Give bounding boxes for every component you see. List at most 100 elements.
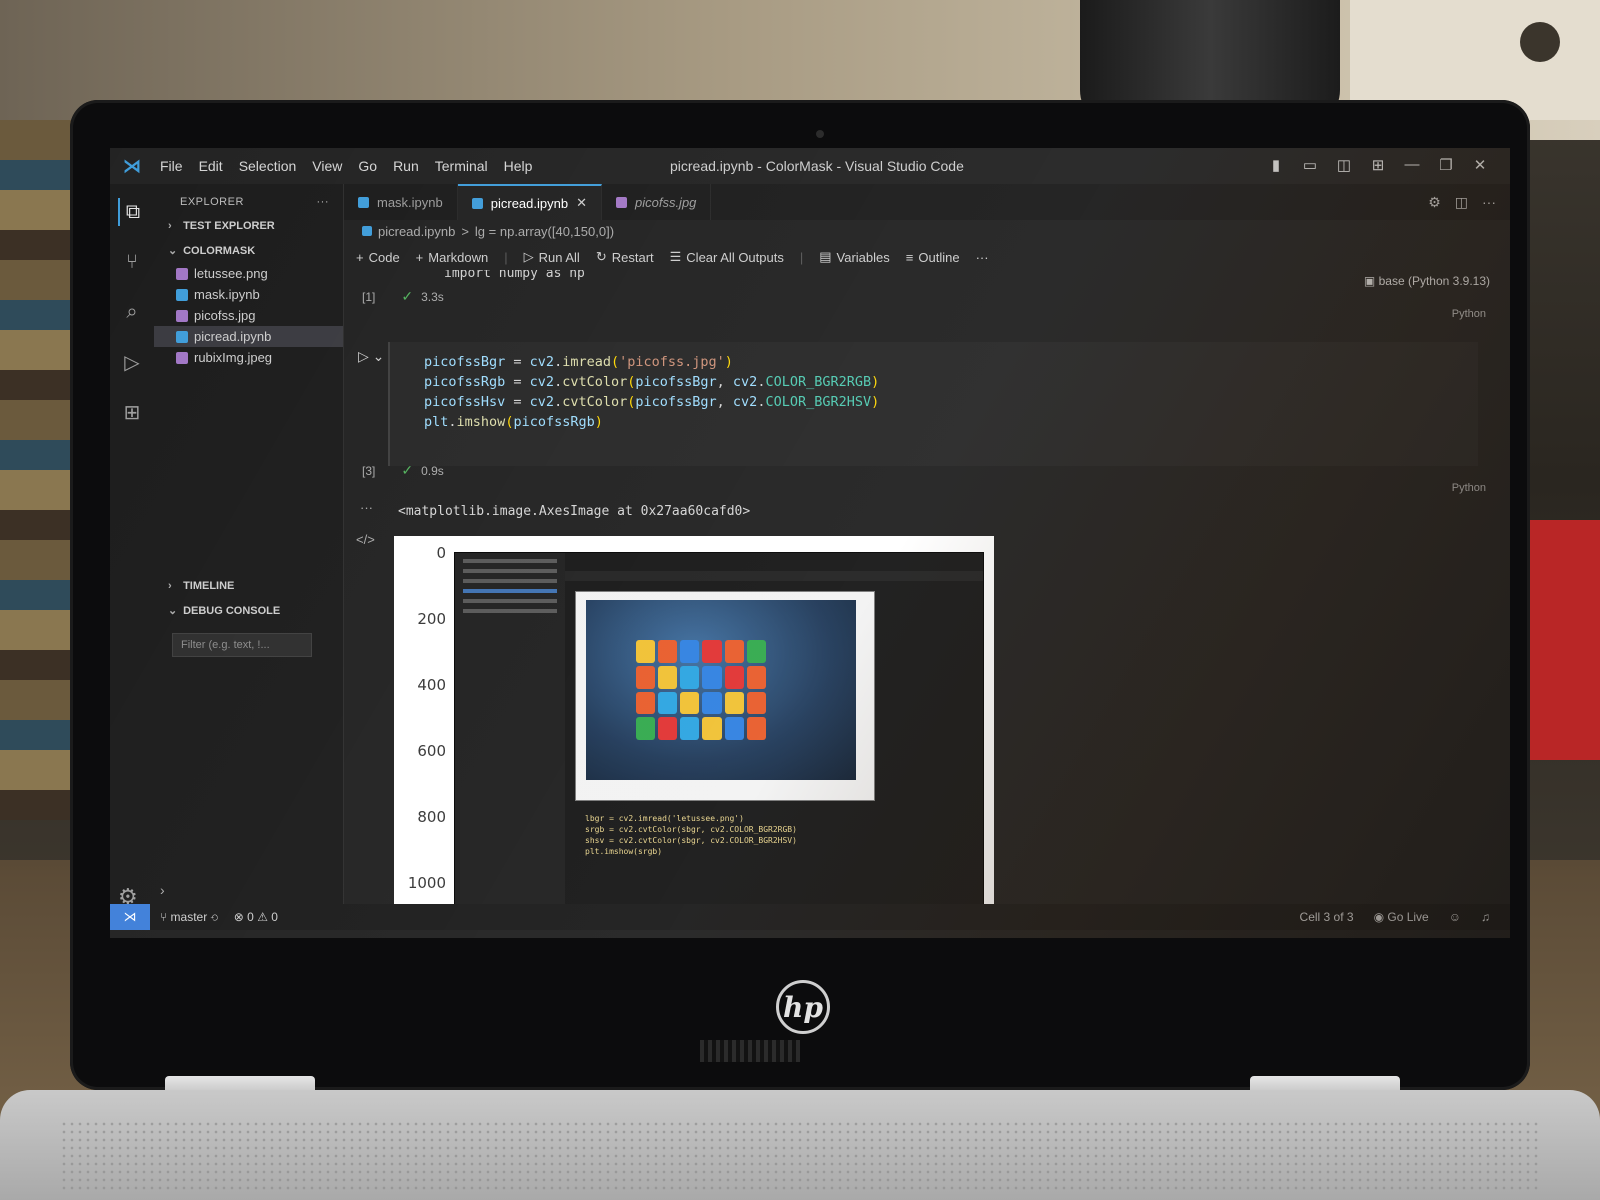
- embedded-line: [463, 559, 557, 563]
- toolbar-more-icon[interactable]: ···: [976, 250, 989, 265]
- restart-label: Restart: [611, 249, 654, 265]
- checkmark-icon: ✓: [401, 288, 414, 304]
- chevron-right-icon[interactable]: ›: [160, 882, 165, 898]
- cell-1-language[interactable]: Python: [1452, 308, 1486, 320]
- add-code-label: Code: [368, 249, 400, 265]
- plus-icon: +: [356, 249, 364, 265]
- file-rubiximg[interactable]: rubixImg.jpeg: [154, 347, 343, 368]
- search-icon[interactable]: ⌕: [118, 298, 146, 326]
- chevron-down-icon: ⌄: [168, 245, 178, 257]
- remote-indicator-icon[interactable]: ⋊: [110, 904, 150, 930]
- restore-icon[interactable]: ❐: [1436, 156, 1456, 174]
- code-line: picofssBgr = cv2.imread('picofss.jpg'): [424, 354, 733, 370]
- branch-status[interactable]: ⑂ master ⟲: [160, 910, 218, 924]
- go-live-button[interactable]: ◉ Go Live: [1374, 910, 1429, 924]
- webcam: [816, 130, 824, 138]
- toolbar-separator: |: [504, 249, 508, 265]
- customize-layout-icon[interactable]: ⊞: [1368, 156, 1388, 174]
- section-test-explorer[interactable]: › TEST EXPLORER: [154, 214, 343, 238]
- debug-filter-input[interactable]: Filter (e.g. text, !...: [172, 633, 312, 657]
- red-box: [1530, 520, 1600, 760]
- clear-outputs-button[interactable]: ☰ Clear All Outputs: [670, 249, 784, 265]
- outline-button[interactable]: ≡ Outline: [906, 250, 960, 265]
- laptop-screen: ⋊ File Edit Selection View Go Run Termin…: [110, 148, 1510, 938]
- kernel-picker[interactable]: ▣ base (Python 3.9.13): [1364, 274, 1490, 288]
- file-picofss[interactable]: picofss.jpg: [154, 305, 343, 326]
- menu-terminal[interactable]: Terminal: [435, 158, 488, 174]
- menu-bar: File Edit Selection View Go Run Terminal…: [154, 158, 532, 174]
- section-debug-console[interactable]: ⌄ DEBUG CONSOLE: [154, 598, 344, 623]
- add-code-cell-button[interactable]: + Code: [356, 250, 400, 265]
- breadcrumb-file[interactable]: picread.ipynb: [378, 224, 455, 239]
- toggle-panel-icon[interactable]: ▭: [1300, 156, 1320, 174]
- toggle-primary-sidebar-icon[interactable]: ▮: [1266, 156, 1286, 174]
- notifications-bell-icon[interactable]: ♫: [1481, 910, 1490, 924]
- laptop-vent: [700, 1040, 800, 1062]
- cell-3-status: [3] ✓ 0.9s: [362, 462, 444, 479]
- add-markdown-cell-button[interactable]: + Markdown: [416, 250, 489, 265]
- run-debug-icon[interactable]: ▷: [118, 348, 146, 376]
- menu-edit[interactable]: Edit: [199, 158, 223, 174]
- gear-icon[interactable]: ⚙: [1428, 194, 1441, 211]
- sidebar-bottom-panels: › TIMELINE ⌄ DEBUG CONSOLE Filter (e.g. …: [154, 574, 344, 657]
- explorer-more-icon[interactable]: ···: [317, 196, 330, 208]
- breadcrumb-separator: >: [461, 223, 469, 239]
- embedded-rubiks-photo: [575, 591, 875, 801]
- breadcrumb-symbol[interactable]: lg = np.array([40,150,0]): [475, 224, 614, 239]
- menu-selection[interactable]: Selection: [239, 158, 297, 174]
- output-code-icon[interactable]: </>: [356, 532, 375, 547]
- code-cell-3[interactable]: picofssBgr = cv2.imread('picofss.jpg') pi…: [388, 342, 1478, 466]
- section-colormask[interactable]: ⌄ COLORMASK: [154, 238, 343, 263]
- more-actions-icon[interactable]: ···: [1482, 194, 1496, 211]
- menu-go[interactable]: Go: [358, 158, 377, 174]
- tab-picread[interactable]: picread.ipynb ✕: [457, 184, 602, 220]
- notebook-editor: mask.ipynb picread.ipynb ✕ picofss.jpg ⚙…: [344, 184, 1510, 912]
- run-cell-icon[interactable]: ▷ ⌄: [358, 348, 384, 365]
- branch-label: master: [170, 910, 208, 924]
- cell-3-language[interactable]: Python: [1452, 482, 1486, 494]
- menu-run[interactable]: Run: [393, 158, 419, 174]
- sync-icon: ⟲: [210, 910, 218, 924]
- feedback-icon[interactable]: ☺: [1449, 910, 1461, 924]
- warning-icon: ⚠: [257, 910, 272, 924]
- embedded-line: [463, 589, 557, 593]
- breadcrumb: picread.ipynb > lg = np.array([40,150,0]…: [344, 220, 1510, 242]
- tab-mask[interactable]: mask.ipynb: [344, 184, 458, 220]
- tab-picofss[interactable]: picofss.jpg: [602, 184, 712, 220]
- split-editor-icon[interactable]: ◫: [1455, 194, 1468, 211]
- section-timeline[interactable]: › TIMELINE: [154, 574, 344, 598]
- variables-button[interactable]: ▤ Variables: [819, 249, 890, 265]
- problems-status[interactable]: ⊗ 0 ⚠ 0: [234, 910, 278, 924]
- explorer-header: EXPLORER ···: [154, 184, 343, 214]
- menu-file[interactable]: File: [160, 158, 183, 174]
- extensions-icon[interactable]: ⊞: [118, 398, 146, 426]
- close-icon[interactable]: ✕: [1470, 156, 1490, 174]
- embedded-line: [463, 579, 557, 583]
- explorer-icon[interactable]: ⧉: [118, 198, 146, 226]
- output-more-icon[interactable]: ···: [360, 500, 373, 515]
- toggle-secondary-sidebar-icon[interactable]: ◫: [1334, 156, 1354, 174]
- y-tick-label: 1000: [407, 874, 446, 892]
- plot-image-area: lbgr = cv2.imread('letussee.png') srgb =…: [454, 552, 984, 912]
- menu-help[interactable]: Help: [504, 158, 533, 174]
- image-file-icon: [176, 267, 188, 280]
- minimize-icon[interactable]: —: [1402, 156, 1422, 174]
- image-file-icon: [176, 351, 188, 364]
- run-all-button[interactable]: ▷ Run All: [524, 249, 580, 265]
- file-mask[interactable]: mask.ipynb: [154, 284, 343, 305]
- file-letussee[interactable]: letussee.png: [154, 263, 343, 284]
- embedded-code-snippet: lbgr = cv2.imread('letussee.png') srgb =…: [585, 814, 797, 856]
- restart-icon: ↻: [595, 249, 607, 264]
- menu-view[interactable]: View: [312, 158, 342, 174]
- matplotlib-output-image: 0 200 400 600 800 1000 lbgr = cv2.imread…: [394, 536, 994, 912]
- error-count: 0: [247, 910, 254, 924]
- title-bar: ⋊ File Edit Selection View Go Run Termin…: [110, 148, 1510, 184]
- cell-position[interactable]: Cell 3 of 3: [1300, 910, 1354, 924]
- clear-outputs-label: Clear All Outputs: [686, 249, 784, 265]
- close-icon[interactable]: ✕: [576, 195, 587, 211]
- embedded-line: [463, 599, 557, 603]
- restart-button[interactable]: ↻ Restart: [596, 249, 654, 265]
- source-control-icon[interactable]: ⑂: [118, 248, 146, 276]
- file-picread[interactable]: picread.ipynb: [154, 326, 343, 347]
- plus-icon: +: [415, 249, 424, 265]
